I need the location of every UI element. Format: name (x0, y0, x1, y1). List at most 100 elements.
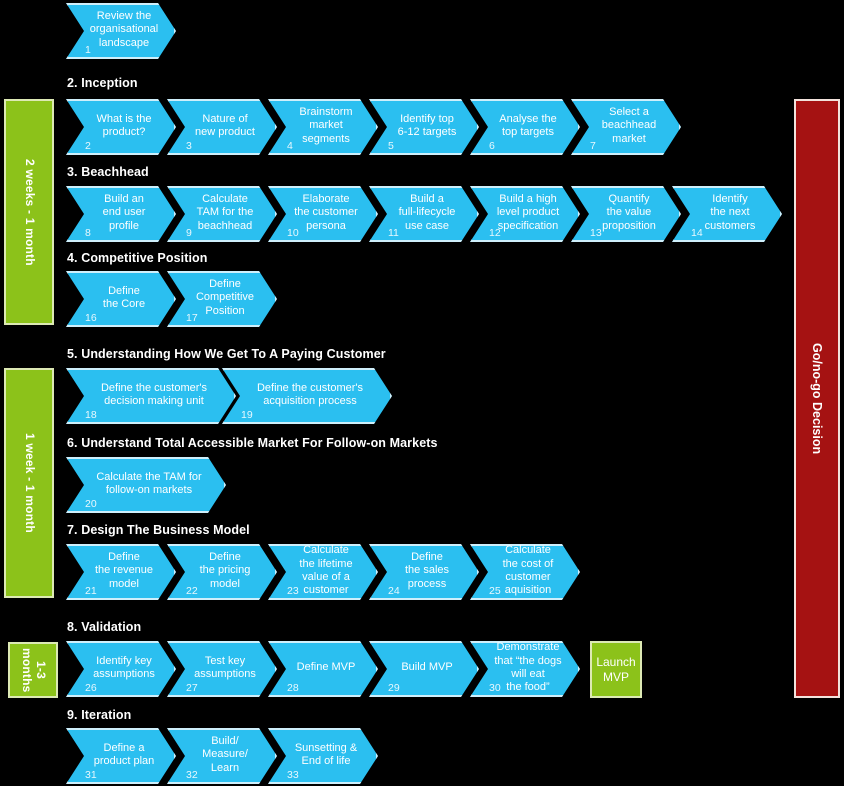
step-number: 17 (186, 311, 198, 324)
step-number: 14 (691, 226, 703, 239)
phase-bar-2-weeks-1-month: 2 weeks - 1 month (4, 99, 54, 325)
phase-bar-label: 1 week - 1 month (22, 433, 37, 533)
step-label: Define the customer's acquisition proces… (256, 381, 364, 407)
step-chevron-2[interactable]: What is the product? 2 (66, 99, 176, 155)
step-chevron-28[interactable]: Define MVP 28 (268, 641, 378, 697)
go-no-go-decision-bar: Go/no-go Decision (794, 99, 840, 698)
step-number: 26 (85, 681, 97, 694)
step-chevron-32[interactable]: Build/ Measure/ Learn 32 (167, 728, 277, 784)
step-number: 12 (489, 226, 501, 239)
step-label: Sunsetting & End of life (294, 741, 358, 767)
step-chevron-27[interactable]: Test key assumptions 27 (167, 641, 277, 697)
step-label: Define MVP (296, 661, 356, 674)
step-number: 21 (85, 584, 97, 597)
section-title-iteration: 9. Iteration (67, 708, 132, 722)
step-chevron-4[interactable]: Brainstorm market segments 4 (268, 99, 378, 155)
step-number: 11 (388, 226, 399, 239)
phase-bar-1-week-1-month: 1 week - 1 month (4, 368, 54, 598)
step-chevron-10[interactable]: Elaborate the customer persona 10 (268, 186, 378, 242)
step-chevron-11[interactable]: Build a full-lifecycle use case 11 (369, 186, 479, 242)
step-chevron-13[interactable]: Quantify the value proposition 13 (571, 186, 681, 242)
step-chevron-33[interactable]: Sunsetting & End of life 33 (268, 728, 378, 784)
step-chevron-7[interactable]: Select a beachhead market 7 (571, 99, 681, 155)
step-number: 20 (85, 497, 97, 510)
step-number: 7 (590, 139, 596, 152)
step-number: 13 (590, 226, 602, 239)
step-chevron-5[interactable]: Identify top 6-12 targets 5 (369, 99, 479, 155)
launch-mvp-box[interactable]: Launch MVP (590, 641, 642, 698)
section-title-validation: 8. Validation (67, 620, 142, 634)
step-chevron-6[interactable]: Analyse the top targets 6 (470, 99, 580, 155)
diagram-canvas: 2 weeks - 1 month 1 week - 1 month 1-3 m… (0, 0, 844, 786)
step-label: Calculate the TAM for follow-on markets (96, 470, 202, 496)
step-label: What is the product? (96, 112, 152, 138)
section-title-follow-on-markets: 6. Understand Total Accessible Market Fo… (67, 436, 438, 450)
step-label: Define the Core (102, 284, 146, 310)
step-number: 31 (85, 768, 97, 781)
step-number: 25 (489, 584, 501, 597)
step-chevron-25[interactable]: Calculate the cost of customer aquisitio… (470, 544, 580, 600)
step-chevron-22[interactable]: Define the pricing model 22 (167, 544, 277, 600)
section-title-beachhead: 3. Beachhead (67, 165, 149, 179)
step-number: 5 (388, 139, 394, 152)
step-number: 28 (287, 681, 299, 694)
step-number: 4 (287, 139, 293, 152)
section-title-inception: 2. Inception (67, 76, 138, 90)
step-label: Identify top 6-12 targets (397, 112, 457, 138)
phase-bar-1-3-months: 1-3 months (8, 642, 58, 698)
step-number: 30 (489, 681, 501, 694)
step-number: 19 (241, 408, 253, 421)
step-label: Select a beachhead market (601, 105, 657, 145)
step-chevron-1[interactable]: Review the organisational landscape 1 (66, 3, 176, 59)
step-chevron-31[interactable]: Define a product plan 31 (66, 728, 176, 784)
step-number: 24 (388, 584, 400, 597)
step-chevron-12[interactable]: Build a high level product specification… (470, 186, 580, 242)
step-number: 8 (85, 226, 91, 239)
step-number: 1 (85, 43, 91, 56)
step-chevron-16[interactable]: Define the Core 16 (66, 271, 176, 327)
step-number: 33 (287, 768, 299, 781)
step-chevron-8[interactable]: Build an end user profile 8 (66, 186, 176, 242)
step-chevron-14[interactable]: Identify the next customers 14 (672, 186, 782, 242)
step-label: Define the customer's decision making un… (100, 381, 208, 407)
phase-bar-label: 1-3 months (20, 647, 48, 693)
step-chevron-19[interactable]: Define the customer's acquisition proces… (222, 368, 392, 424)
section-title-business-model: 7. Design The Business Model (67, 523, 250, 537)
phase-bar-label: 2 weeks - 1 month (22, 158, 37, 266)
step-chevron-17[interactable]: Define Competitive Position 17 (167, 271, 277, 327)
step-chevron-9[interactable]: Calculate TAM for the beachhead 9 (167, 186, 277, 242)
step-number: 29 (388, 681, 400, 694)
step-chevron-18[interactable]: Define the customer's decision making un… (66, 368, 236, 424)
step-label: Identify key assumptions (93, 654, 155, 680)
step-chevron-29[interactable]: Build MVP 29 (369, 641, 479, 697)
step-number: 27 (186, 681, 198, 694)
step-chevron-30[interactable]: Demonstrate that “the dogs will eat the … (470, 641, 580, 697)
step-number: 32 (186, 768, 198, 781)
launch-mvp-label: Launch MVP (596, 654, 636, 684)
step-number: 10 (287, 226, 299, 239)
step-label: Analyse the top targets (499, 112, 557, 138)
step-chevron-24[interactable]: Define the sales process 24 (369, 544, 479, 600)
step-number: 23 (287, 584, 299, 597)
step-number: 6 (489, 139, 495, 152)
step-chevron-3[interactable]: Nature of new product 3 (167, 99, 277, 155)
section-title-paying-customer: 5. Understanding How We Get To A Paying … (67, 347, 386, 361)
step-label: Nature of new product (195, 112, 255, 138)
step-label: Calculate TAM for the beachhead (196, 192, 254, 232)
step-label: Brainstorm market segments (299, 105, 353, 145)
step-number: 3 (186, 139, 192, 152)
step-number: 9 (186, 226, 192, 239)
step-chevron-26[interactable]: Identify key assumptions 26 (66, 641, 176, 697)
step-number: 22 (186, 584, 198, 597)
step-number: 16 (85, 311, 97, 324)
step-chevron-20[interactable]: Calculate the TAM for follow-on markets … (66, 457, 226, 513)
step-number: 18 (85, 408, 97, 421)
step-label: Define the sales process (404, 550, 450, 590)
step-label: Build an end user profile (102, 192, 146, 232)
step-chevron-23[interactable]: Calculate the lifetime value of a custom… (268, 544, 378, 600)
step-number: 2 (85, 139, 91, 152)
step-chevron-21[interactable]: Define the revenue model 21 (66, 544, 176, 600)
step-label: Build MVP (401, 661, 453, 674)
decision-bar-label: Go/no-go Decision (810, 342, 824, 455)
section-title-competitive-position: 4. Competitive Position (67, 251, 208, 265)
